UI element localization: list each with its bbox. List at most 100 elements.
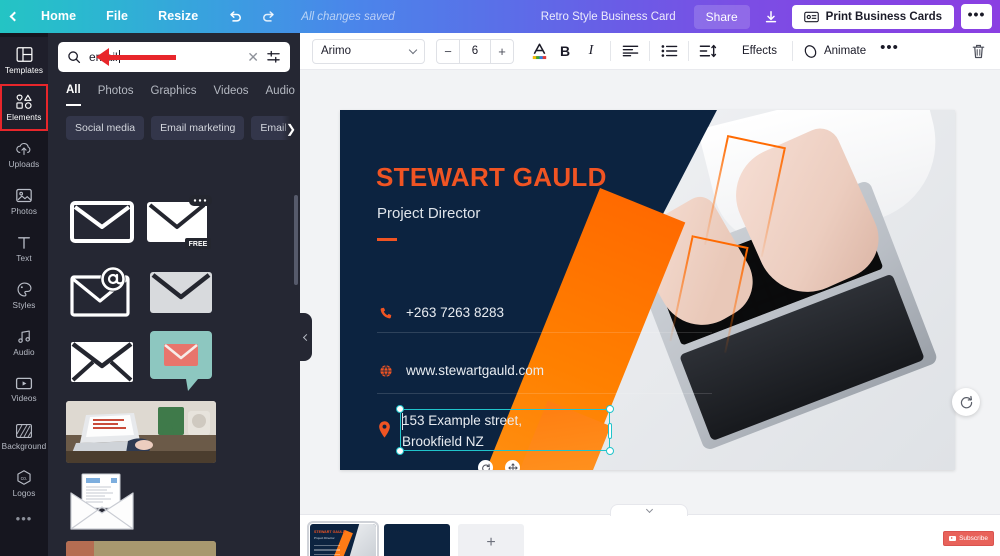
tab-audio[interactable]: Audio (266, 85, 295, 105)
tab-all[interactable]: All (66, 84, 81, 106)
search-input[interactable]: email (89, 50, 240, 64)
page-thumbnail-1[interactable]: STEWART GAULD Project Director (307, 521, 379, 556)
sidebar-item-text[interactable]: Text (0, 225, 48, 272)
thumbnail-name: STEWART GAULD (314, 530, 346, 534)
top-bar-left: Home File Resize All changes saved (0, 0, 395, 33)
toolbar-divider (610, 41, 611, 61)
panel-collapse-button[interactable] (298, 313, 312, 361)
history-buttons (225, 7, 279, 27)
panel-scrollbar[interactable] (294, 195, 298, 285)
sidebar-item-uploads[interactable]: Uploads (0, 131, 48, 178)
filter-sliders-icon[interactable] (266, 50, 281, 64)
animate-button[interactable]: Animate (799, 44, 870, 59)
chevron-down-icon (408, 45, 418, 54)
text-color-button[interactable] (526, 39, 552, 64)
italic-label: I (588, 43, 594, 58)
sidebar-item-styles[interactable]: Styles (0, 272, 48, 319)
result-envelope-chat-bubble-teal[interactable] (145, 331, 216, 393)
bullet-list-button[interactable] (656, 39, 682, 64)
line-spacing-button[interactable] (695, 39, 721, 64)
result-photo-laptop-desk[interactable] (66, 401, 216, 463)
sidebar-item-templates[interactable]: Templates (0, 37, 48, 84)
resize-menu[interactable]: Resize (143, 0, 213, 33)
add-page-button[interactable]: + (458, 524, 524, 556)
sidebar-item-photos[interactable]: Photos (0, 178, 48, 225)
result-envelope-at-symbol[interactable] (66, 261, 137, 323)
font-size-increase-button[interactable]: + (491, 40, 513, 63)
panel-tabs: All Photos Graphics Videos Audio (48, 72, 300, 106)
page-thumbnail-2[interactable] (384, 524, 450, 556)
toolbar-more-button[interactable]: ••• (870, 39, 909, 63)
chip-social-media[interactable]: Social media (66, 116, 145, 140)
location-pin-glyph (379, 421, 390, 438)
sidebar-item-background[interactable]: Background (0, 413, 48, 460)
font-size-input[interactable]: 6 (459, 39, 491, 63)
results-grid: FREE (66, 191, 294, 556)
card-address-text[interactable]: 153 Example street, Brookfield NZ (402, 410, 617, 452)
chip-email-marketing[interactable]: Email marketing (151, 116, 245, 140)
result-video-typing-hands[interactable]: 6.0s (66, 541, 216, 556)
share-button[interactable]: Share (693, 4, 750, 29)
bold-button[interactable]: B (552, 39, 578, 64)
chips-next-button[interactable]: ❯ (282, 116, 300, 140)
delete-button[interactable] (971, 43, 986, 60)
thumbnail-photo (348, 524, 376, 556)
text-align-button[interactable] (617, 39, 643, 64)
sidebar-item-audio[interactable]: Audio (0, 319, 48, 366)
page-strip-toggle[interactable] (610, 504, 688, 516)
card-phone-row[interactable]: +263 7263 8283 (377, 305, 504, 320)
tab-videos[interactable]: Videos (214, 85, 249, 105)
toolbar-divider (791, 41, 793, 61)
download-button[interactable] (758, 5, 784, 29)
business-card-design[interactable]: STEWART GAULD Project Director +263 7263… (340, 110, 955, 470)
result-envelope-grey-flat[interactable] (145, 261, 216, 323)
line-spacing-icon (699, 44, 717, 58)
home-menu[interactable]: Home (26, 0, 91, 33)
clear-search-button[interactable]: ✕ (240, 49, 266, 66)
canvas-area[interactable]: STEWART GAULD Project Director +263 7263… (300, 70, 1000, 514)
move-icon (507, 462, 518, 470)
svg-text:co.: co. (21, 476, 28, 482)
result-envelope-notification-free[interactable]: FREE (145, 191, 216, 253)
animate-icon (804, 44, 817, 58)
result-envelope-white-flat[interactable] (66, 331, 137, 393)
font-size-decrease-button[interactable]: − (437, 40, 459, 63)
print-business-cards-button[interactable]: Print Business Cards (791, 4, 954, 29)
business-card-icon (803, 11, 819, 22)
redo-button[interactable] (259, 7, 279, 27)
document-title[interactable]: Retro Style Business Card (541, 11, 676, 23)
result-envelope-open-letter[interactable] (66, 471, 137, 533)
globe-glyph (379, 364, 392, 377)
sidebar-more-button[interactable]: ••• (16, 511, 33, 526)
file-menu[interactable]: File (91, 0, 143, 33)
redo-icon (263, 10, 275, 22)
refresh-button[interactable] (952, 388, 980, 416)
top-bar-more-button[interactable]: ••• (961, 4, 992, 29)
tab-photos[interactable]: Photos (98, 85, 134, 105)
page-strip: STEWART GAULD Project Director + Subscri… (300, 504, 1000, 556)
back-button[interactable] (0, 0, 26, 33)
tab-graphics[interactable]: Graphics (151, 85, 197, 105)
sidebar-item-videos[interactable]: Videos (0, 366, 48, 413)
effects-button[interactable]: Effects (733, 45, 786, 57)
font-size-stepper: − 6 + (436, 38, 514, 64)
elements-icon (15, 94, 32, 109)
card-name-text[interactable]: STEWART GAULD (376, 162, 607, 193)
italic-button[interactable]: I (578, 39, 604, 64)
sidebar-item-logos[interactable]: co. Logos (0, 460, 48, 507)
card-role-text[interactable]: Project Director (377, 205, 480, 222)
rotate-handle[interactable] (478, 460, 493, 470)
left-rail: Templates Elements Uploads Photos Text S… (0, 33, 48, 556)
templates-icon (16, 47, 32, 62)
font-family-value: Arimo (321, 45, 352, 57)
sidebar-item-elements[interactable]: Elements (0, 84, 48, 131)
font-family-select[interactable]: Arimo (312, 38, 425, 64)
video-thumbnail: 6.0s (66, 541, 216, 556)
search-box[interactable]: email ✕ (58, 42, 290, 72)
undo-button[interactable] (225, 7, 245, 27)
print-button-label: Print Business Cards (825, 10, 942, 23)
move-handle[interactable] (505, 460, 520, 470)
card-website-row[interactable]: www.stewartgauld.com (377, 363, 544, 378)
result-envelope-outline-white[interactable] (66, 191, 137, 253)
subscribe-button[interactable]: Subscribe (943, 531, 994, 546)
